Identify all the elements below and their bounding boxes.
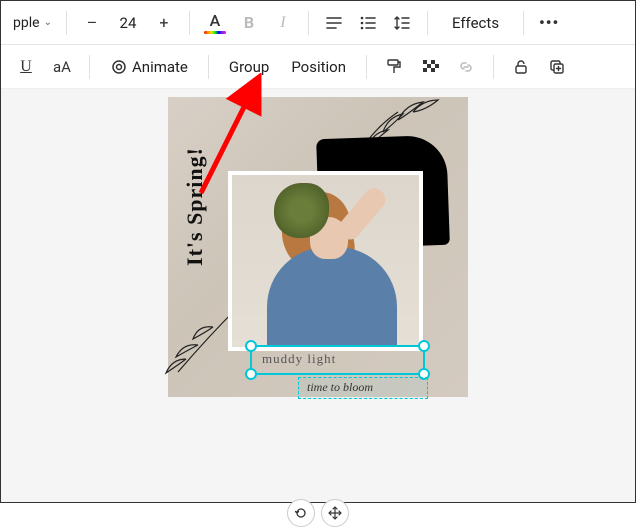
divider <box>366 55 367 79</box>
chevron-down-icon: ⌄ <box>44 17 52 28</box>
font-name-label: pple <box>13 15 40 31</box>
divider <box>523 11 524 35</box>
selection-box-primary[interactable]: muddy light <box>250 345 425 375</box>
bold-button[interactable]: B <box>234 8 264 38</box>
element-controls <box>287 499 349 527</box>
transparency-button[interactable] <box>415 52 445 82</box>
photo-element[interactable] <box>228 171 423 351</box>
divider <box>189 11 190 35</box>
selected-text-1: muddy light <box>262 351 336 367</box>
toolbar-row-2: U aA Animate Group Position <box>1 45 635 89</box>
italic-button[interactable]: I <box>268 8 298 38</box>
resize-handle[interactable] <box>418 340 430 352</box>
group-button[interactable]: Group <box>221 58 277 76</box>
move-button[interactable] <box>321 499 349 527</box>
rotate-button[interactable] <box>287 499 315 527</box>
line-spacing-icon <box>393 14 411 32</box>
font-family-select[interactable]: pple ⌄ <box>9 15 56 31</box>
divider <box>427 11 428 35</box>
underline-button[interactable]: U <box>11 52 41 82</box>
selected-text-2: time to bloom <box>307 380 373 395</box>
plant-shape <box>274 183 329 238</box>
animate-icon <box>110 58 128 76</box>
lock-icon <box>512 58 530 76</box>
move-icon <box>328 506 342 520</box>
transparency-icon <box>421 58 439 76</box>
animate-button[interactable]: Animate <box>102 58 196 76</box>
toolbar-row-1: pple ⌄ – 24 + A B I Effects ••• <box>1 1 635 45</box>
divider <box>208 55 209 79</box>
selection-box-secondary[interactable]: time to bloom <box>298 377 428 399</box>
font-size-decrease-button[interactable]: – <box>77 8 107 38</box>
animate-label: Animate <box>132 58 188 76</box>
duplicate-icon <box>548 58 566 76</box>
divider <box>308 11 309 35</box>
sweater-shape <box>267 247 397 351</box>
font-size-value[interactable]: 24 <box>111 14 145 32</box>
resize-handle[interactable] <box>245 340 257 352</box>
more-button[interactable]: ••• <box>534 8 564 38</box>
rotate-icon <box>294 506 308 520</box>
link-icon <box>457 58 475 76</box>
lock-button[interactable] <box>506 52 536 82</box>
design-canvas[interactable]: It's Spring! muddy light time to bloom <box>168 97 468 397</box>
divider <box>493 55 494 79</box>
divider <box>66 11 67 35</box>
bullets-icon <box>359 14 377 32</box>
divider <box>89 55 90 79</box>
bullet-list-button[interactable] <box>353 8 383 38</box>
color-swatch-icon <box>204 31 226 34</box>
alignment-button[interactable] <box>319 8 349 38</box>
resize-handle[interactable] <box>245 368 257 380</box>
line-spacing-button[interactable] <box>387 8 417 38</box>
link-button[interactable] <box>451 52 481 82</box>
copy-style-button[interactable] <box>379 52 409 82</box>
text-color-letter: A <box>210 11 221 30</box>
paint-roller-icon <box>385 58 403 76</box>
text-case-button[interactable]: aA <box>47 52 77 82</box>
effects-button[interactable]: Effects <box>438 8 513 38</box>
font-size-increase-button[interactable]: + <box>149 8 179 38</box>
duplicate-button[interactable] <box>542 52 572 82</box>
photo-content <box>232 175 419 347</box>
text-color-button[interactable]: A <box>200 8 230 38</box>
position-button[interactable]: Position <box>283 58 354 76</box>
align-icon <box>325 14 343 32</box>
canvas-area[interactable]: It's Spring! muddy light time to bloom <box>1 89 635 502</box>
headline-text[interactable]: It's Spring! <box>182 147 208 266</box>
